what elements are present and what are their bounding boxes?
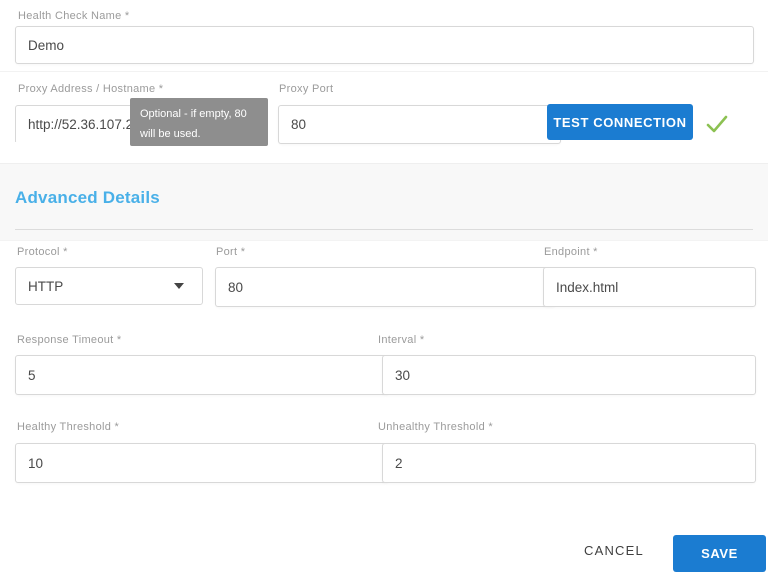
proxy-port-label: Proxy Port xyxy=(279,83,333,95)
unhealthy-threshold-label: Unhealthy Threshold * xyxy=(378,421,493,433)
advanced-details-heading: Advanced Details xyxy=(15,188,160,208)
advanced-details-divider xyxy=(15,229,753,230)
test-connection-button[interactable]: TEST CONNECTION xyxy=(547,104,693,140)
response-timeout-label: Response Timeout * xyxy=(17,334,121,346)
protocol-label: Protocol * xyxy=(17,246,68,258)
interval-label: Interval * xyxy=(378,334,424,346)
interval-input[interactable] xyxy=(382,355,756,395)
health-check-name-label: Health Check Name * xyxy=(18,10,129,22)
cancel-button[interactable]: CANCEL xyxy=(578,542,650,559)
port-label: Port * xyxy=(216,246,245,258)
check-icon xyxy=(703,110,731,138)
proxy-address-label: Proxy Address / Hostname * xyxy=(18,83,163,95)
healthy-threshold-label: Healthy Threshold * xyxy=(17,421,119,433)
proxy-port-tooltip: Optional - if empty, 80 will be used. xyxy=(130,98,268,146)
save-button[interactable]: SAVE xyxy=(673,535,766,572)
response-timeout-input[interactable] xyxy=(15,355,389,395)
protocol-select[interactable]: HTTP xyxy=(15,267,203,305)
section-divider xyxy=(0,71,768,72)
proxy-port-input[interactable] xyxy=(278,105,561,144)
protocol-selected-value: HTTP xyxy=(28,279,63,294)
chevron-down-icon xyxy=(174,283,184,289)
unhealthy-threshold-input[interactable] xyxy=(382,443,756,483)
endpoint-input[interactable] xyxy=(543,267,756,307)
endpoint-label: Endpoint * xyxy=(544,246,598,258)
port-input[interactable] xyxy=(215,267,556,307)
health-check-name-input[interactable] xyxy=(15,26,754,64)
healthy-threshold-input[interactable] xyxy=(15,443,389,483)
